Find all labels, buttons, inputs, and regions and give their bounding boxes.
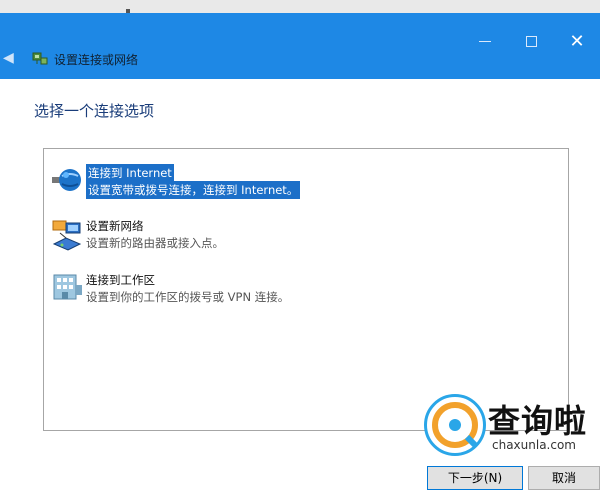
maximize-icon xyxy=(526,36,537,47)
option-connect-internet[interactable]: 连接到 Internet 设置宽带或拨号连接，连接到 Internet。 xyxy=(44,161,568,211)
watermark-logo-icon xyxy=(424,394,486,456)
minimize-icon xyxy=(479,41,491,42)
option-title: 连接到工作区 xyxy=(86,273,155,287)
option-connect-workplace[interactable]: 连接到工作区 设置到你的工作区的拨号或 VPN 连接。 xyxy=(44,269,568,319)
option-setup-network[interactable]: 设置新网络 设置新的路由器或接入点。 xyxy=(44,215,568,265)
top-strip xyxy=(0,0,600,13)
router-icon xyxy=(52,220,82,251)
maximize-button[interactable] xyxy=(508,26,554,58)
window-title: 设置连接或网络 xyxy=(54,53,139,67)
dialog-window: ✕ ◀ 设置连接或网络 选择一个连接选项 连接到 Internet 设置宽带或拨… xyxy=(0,0,600,490)
cancel-button[interactable]: 取消 xyxy=(528,466,600,490)
next-button[interactable]: 下一步(N) xyxy=(427,466,523,490)
option-title: 连接到 Internet xyxy=(86,164,174,182)
close-icon: ✕ xyxy=(569,31,585,52)
close-button[interactable]: ✕ xyxy=(554,26,600,58)
option-title: 设置新网络 xyxy=(86,219,144,233)
option-description: 设置宽带或拨号连接，连接到 Internet。 xyxy=(86,181,301,199)
back-arrow-icon[interactable]: ◀ xyxy=(3,48,17,68)
connection-options-list: 连接到 Internet 设置宽带或拨号连接，连接到 Internet。 设置新… xyxy=(43,148,569,431)
option-description: 设置新的路由器或接入点。 xyxy=(86,236,224,250)
network-setup-icon xyxy=(32,52,48,65)
watermark-url: chaxunla.com xyxy=(492,438,576,452)
watermark: 查询啦 chaxunla.com xyxy=(410,392,600,458)
page-heading: 选择一个连接选项 xyxy=(34,102,155,120)
minimize-button[interactable] xyxy=(462,26,508,58)
watermark-title: 查询啦 xyxy=(488,402,588,440)
title-bar: ✕ xyxy=(0,13,600,79)
workplace-icon xyxy=(53,274,82,300)
option-description: 设置到你的工作区的拨号或 VPN 连接。 xyxy=(86,290,290,304)
globe-icon xyxy=(52,169,81,191)
